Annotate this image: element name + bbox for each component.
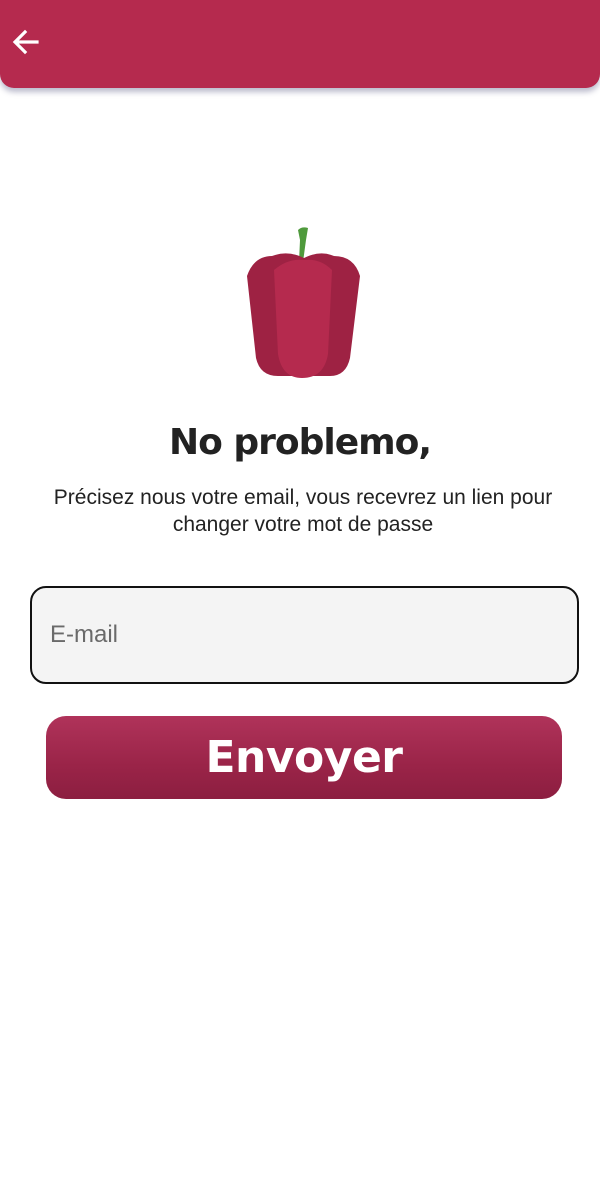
page-title: No problemo,	[168, 422, 432, 463]
app-bar	[0, 0, 600, 88]
email-field[interactable]	[30, 586, 579, 684]
instruction-text: Précisez nous votre email, vous recevrez…	[53, 486, 553, 536]
bell-pepper-icon	[247, 227, 360, 378]
back-button[interactable]	[6, 22, 46, 62]
arrow-left-icon	[12, 29, 39, 55]
send-button[interactable]: Envoyer	[46, 716, 562, 799]
